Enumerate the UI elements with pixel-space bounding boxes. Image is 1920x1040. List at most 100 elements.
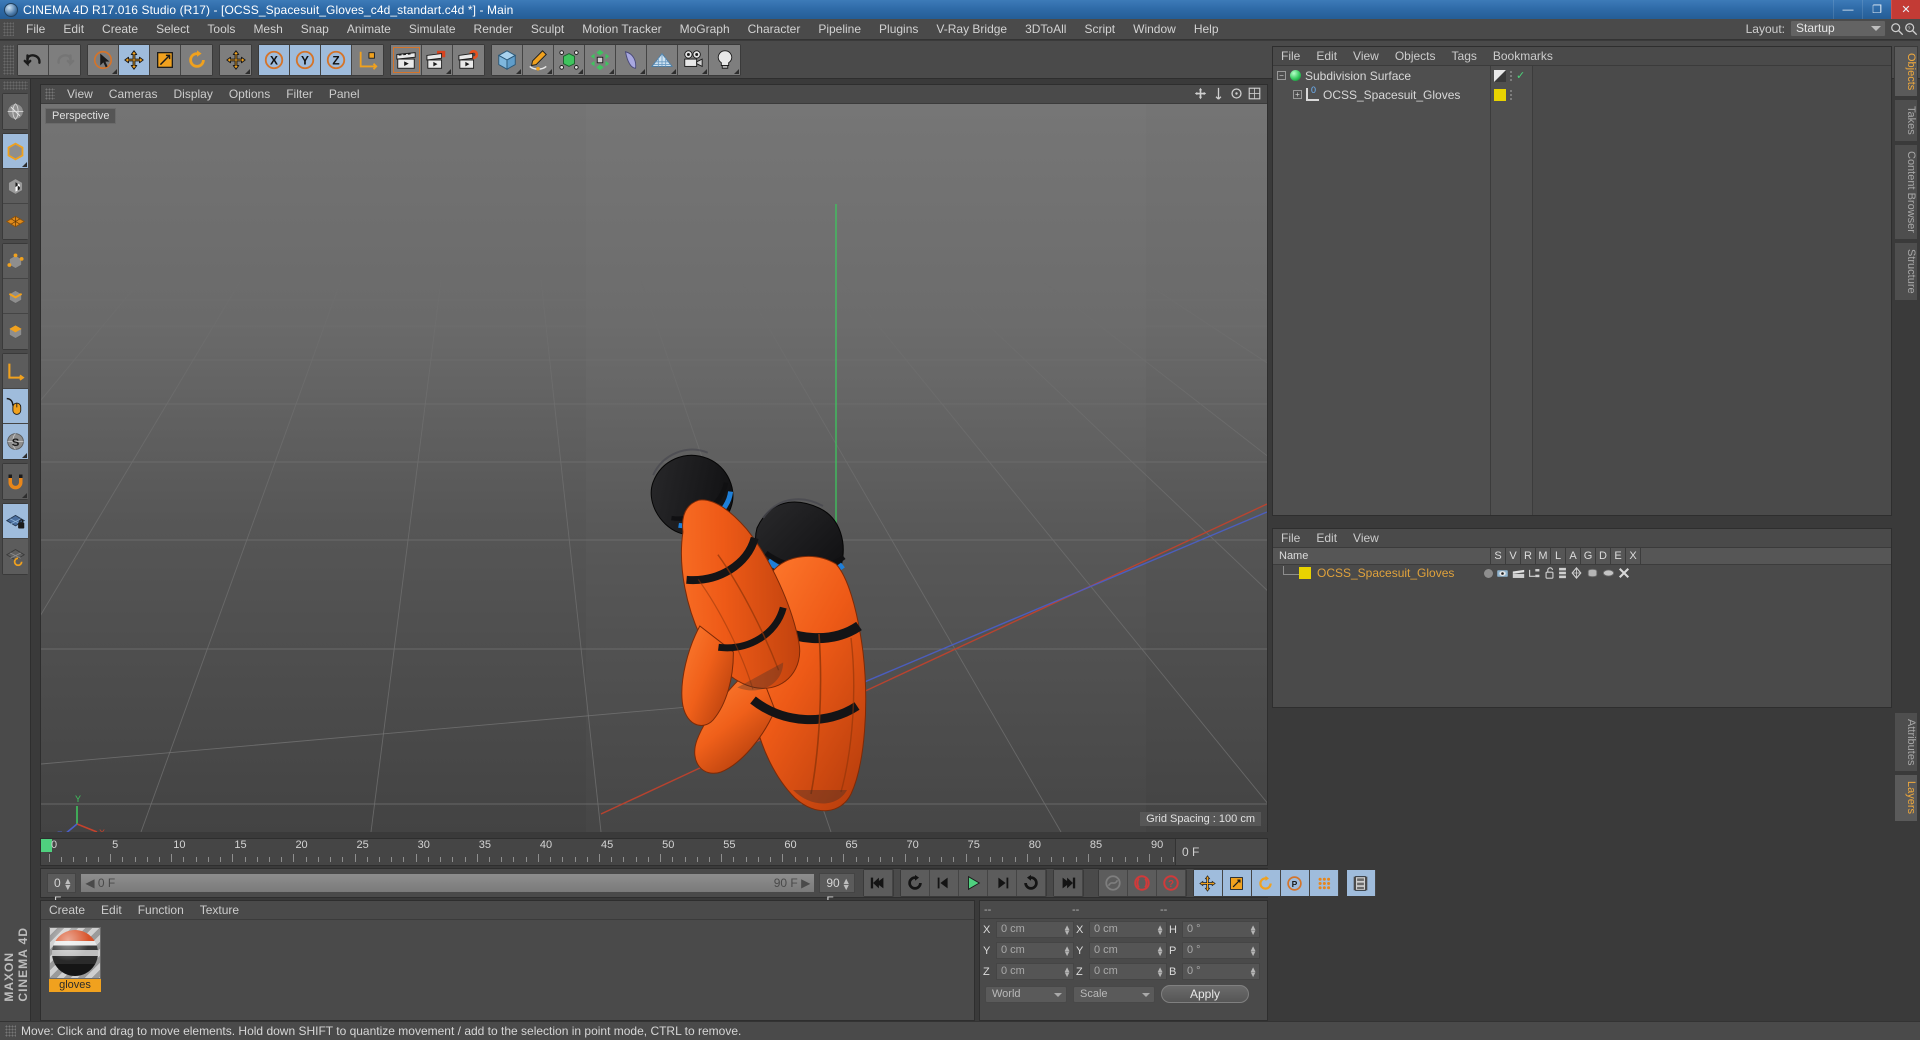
menu-item-edit[interactable]: Edit [54, 19, 93, 40]
menu-item-3dtoall[interactable]: 3DToAll [1016, 19, 1075, 40]
param-key-button[interactable]: P [1280, 870, 1310, 896]
visible-eye-icon[interactable] [1496, 568, 1509, 579]
column-header-S[interactable]: S [1491, 547, 1506, 565]
column-header-L[interactable]: L [1551, 547, 1566, 565]
timeline-ruler[interactable]: 0 5 10 15 20 25 30 35 40 45 50 55 60 65 70 75 80 85 90 [41, 839, 1175, 865]
minimize-button[interactable]: — [1833, 0, 1862, 19]
tag-dots-icon[interactable] [1509, 88, 1513, 101]
pla-key-button[interactable] [1309, 870, 1339, 896]
search-icon[interactable] [1890, 22, 1904, 36]
menu-item-pipeline[interactable]: Pipeline [809, 19, 870, 40]
timeline-current-frame-field[interactable]: 0 F [1175, 839, 1267, 865]
status-grip[interactable] [5, 1025, 16, 1037]
column-header-M[interactable]: M [1536, 547, 1551, 565]
layer-row[interactable]: OCSS_Spacesuit_Gloves [1273, 565, 1891, 581]
maximize-button[interactable]: ❐ [1862, 0, 1891, 19]
spinner-icon[interactable]: ▲ ▼ [1249, 945, 1257, 958]
unlock-icon[interactable] [1544, 567, 1555, 579]
tag-row-subdivision[interactable]: ✓ [1491, 66, 1532, 85]
coord-field-size-y[interactable]: 0 cm ▲ ▼ [1089, 942, 1167, 959]
menu-item-sculpt[interactable]: Sculpt [522, 19, 573, 40]
coord-field-position-y[interactable]: 0 cm ▲ ▼ [996, 942, 1074, 959]
viewport-menu-options[interactable]: Options [221, 85, 278, 104]
menu-item-render[interactable]: Render [465, 19, 522, 40]
viewport-menu-panel[interactable]: Panel [321, 85, 368, 104]
viewport-menu-view[interactable]: View [59, 85, 101, 104]
column-header-G[interactable]: G [1581, 547, 1596, 565]
material-menu-function[interactable]: Function [130, 901, 192, 920]
spinner-icon[interactable]: ▲ ▼ [1156, 924, 1164, 937]
object-menu-objects[interactable]: Objects [1387, 47, 1444, 66]
object-tree[interactable]: − Subdivision Surface + 0 OCSS_Spacesuit… [1273, 66, 1891, 515]
manager-icon[interactable] [1528, 568, 1541, 579]
object-tree-empty-area[interactable] [1533, 66, 1891, 515]
column-header-X[interactable]: X [1626, 547, 1641, 565]
viewport-rotate-icon[interactable] [1230, 87, 1243, 100]
workplane-lock-button[interactable] [3, 504, 28, 539]
viewport-menu-grip[interactable] [45, 88, 55, 100]
edges-mode-button[interactable] [3, 279, 28, 314]
object-menu-tags[interactable]: Tags [1444, 47, 1485, 66]
viewport-pan-icon[interactable] [1194, 87, 1207, 100]
coord-field-size-z[interactable]: 0 cm ▲ ▼ [1089, 963, 1167, 980]
step-back-button[interactable] [929, 870, 959, 896]
spinner-icon[interactable]: ▲ ▼ [1063, 945, 1071, 958]
menu-item-select[interactable]: Select [147, 19, 198, 40]
texture-mode-button[interactable] [3, 169, 28, 204]
spinner-icon[interactable]: ▲ ▼ [63, 877, 72, 892]
coord-field-position-x[interactable]: 0 cm ▲ ▼ [996, 921, 1074, 938]
animation-icon[interactable] [1558, 567, 1567, 579]
material-name[interactable]: gloves [49, 979, 101, 992]
layout-dropdown[interactable]: Startup [1790, 20, 1886, 37]
enabled-check-icon[interactable]: ✓ [1516, 69, 1525, 82]
close-button[interactable]: ✕ [1891, 0, 1920, 19]
points-mode-button[interactable] [3, 244, 28, 279]
generator-icon[interactable] [1570, 567, 1583, 579]
toolbar-grip[interactable] [3, 44, 14, 75]
rotation-key-button[interactable] [1251, 870, 1281, 896]
time-range-slider[interactable]: ◀ 0 F 90 F ▶ [80, 873, 816, 893]
tag-row-gloves[interactable] [1491, 85, 1532, 104]
object-menu-file[interactable]: File [1273, 47, 1308, 66]
object-row-gloves[interactable]: + 0 OCSS_Spacesuit_Gloves [1273, 85, 1490, 104]
coord-field-rotation-h[interactable]: 0 ° ▲ ▼ [1182, 921, 1260, 938]
workplane-button[interactable] [3, 389, 28, 424]
render-settings-button[interactable] [453, 44, 484, 75]
cube-primitive-button[interactable] [492, 44, 523, 75]
edge-tab-layers[interactable]: Layers [1894, 774, 1918, 822]
render-clapper-icon[interactable] [1512, 568, 1525, 579]
undo-button[interactable] [18, 44, 49, 75]
menu-item-script[interactable]: Script [1075, 19, 1124, 40]
menu-item-tools[interactable]: Tools [198, 19, 244, 40]
layer-menu-edit[interactable]: Edit [1308, 529, 1345, 548]
frame-back-button[interactable] [900, 870, 930, 896]
material-tag-icon[interactable] [1494, 88, 1506, 101]
menu-item-v-ray-bridge[interactable]: V-Ray Bridge [927, 19, 1016, 40]
leftbar-grip[interactable] [3, 81, 28, 90]
menu-item-mesh[interactable]: Mesh [244, 19, 291, 40]
edge-tab-content-browser[interactable]: Content Browser [1894, 144, 1918, 240]
coord-field-size-x[interactable]: 0 cm ▲ ▼ [1089, 921, 1167, 938]
column-header-V[interactable]: V [1506, 547, 1521, 565]
spinner-icon[interactable]: ▲ ▼ [1156, 966, 1164, 979]
menu-item-window[interactable]: Window [1124, 19, 1185, 40]
move-tool-button[interactable] [119, 44, 150, 75]
axis-y-button[interactable]: Y [290, 44, 321, 75]
column-header-A[interactable]: A [1566, 547, 1581, 565]
column-header-name[interactable]: Name [1273, 547, 1491, 565]
xpresso-icon[interactable] [1618, 567, 1630, 579]
world-object-axis-button[interactable] [352, 44, 383, 75]
spline-pen-button[interactable] [523, 44, 554, 75]
deformer-icon[interactable] [1586, 567, 1599, 579]
viewport-maximize-icon[interactable] [1248, 87, 1261, 100]
axis-z-button[interactable]: Z [321, 44, 352, 75]
loop-button[interactable] [1016, 870, 1046, 896]
spinner-icon[interactable]: ▲ ▼ [1063, 966, 1071, 979]
material-item[interactable]: gloves [49, 927, 101, 992]
column-header-D[interactable]: D [1596, 547, 1611, 565]
render-region-button[interactable] [422, 44, 453, 75]
tag-dots-icon[interactable] [1509, 69, 1513, 82]
menu-item-simulate[interactable]: Simulate [400, 19, 465, 40]
spinner-icon[interactable]: ▲ ▼ [1249, 966, 1257, 979]
bend-deformer-button[interactable] [616, 44, 647, 75]
